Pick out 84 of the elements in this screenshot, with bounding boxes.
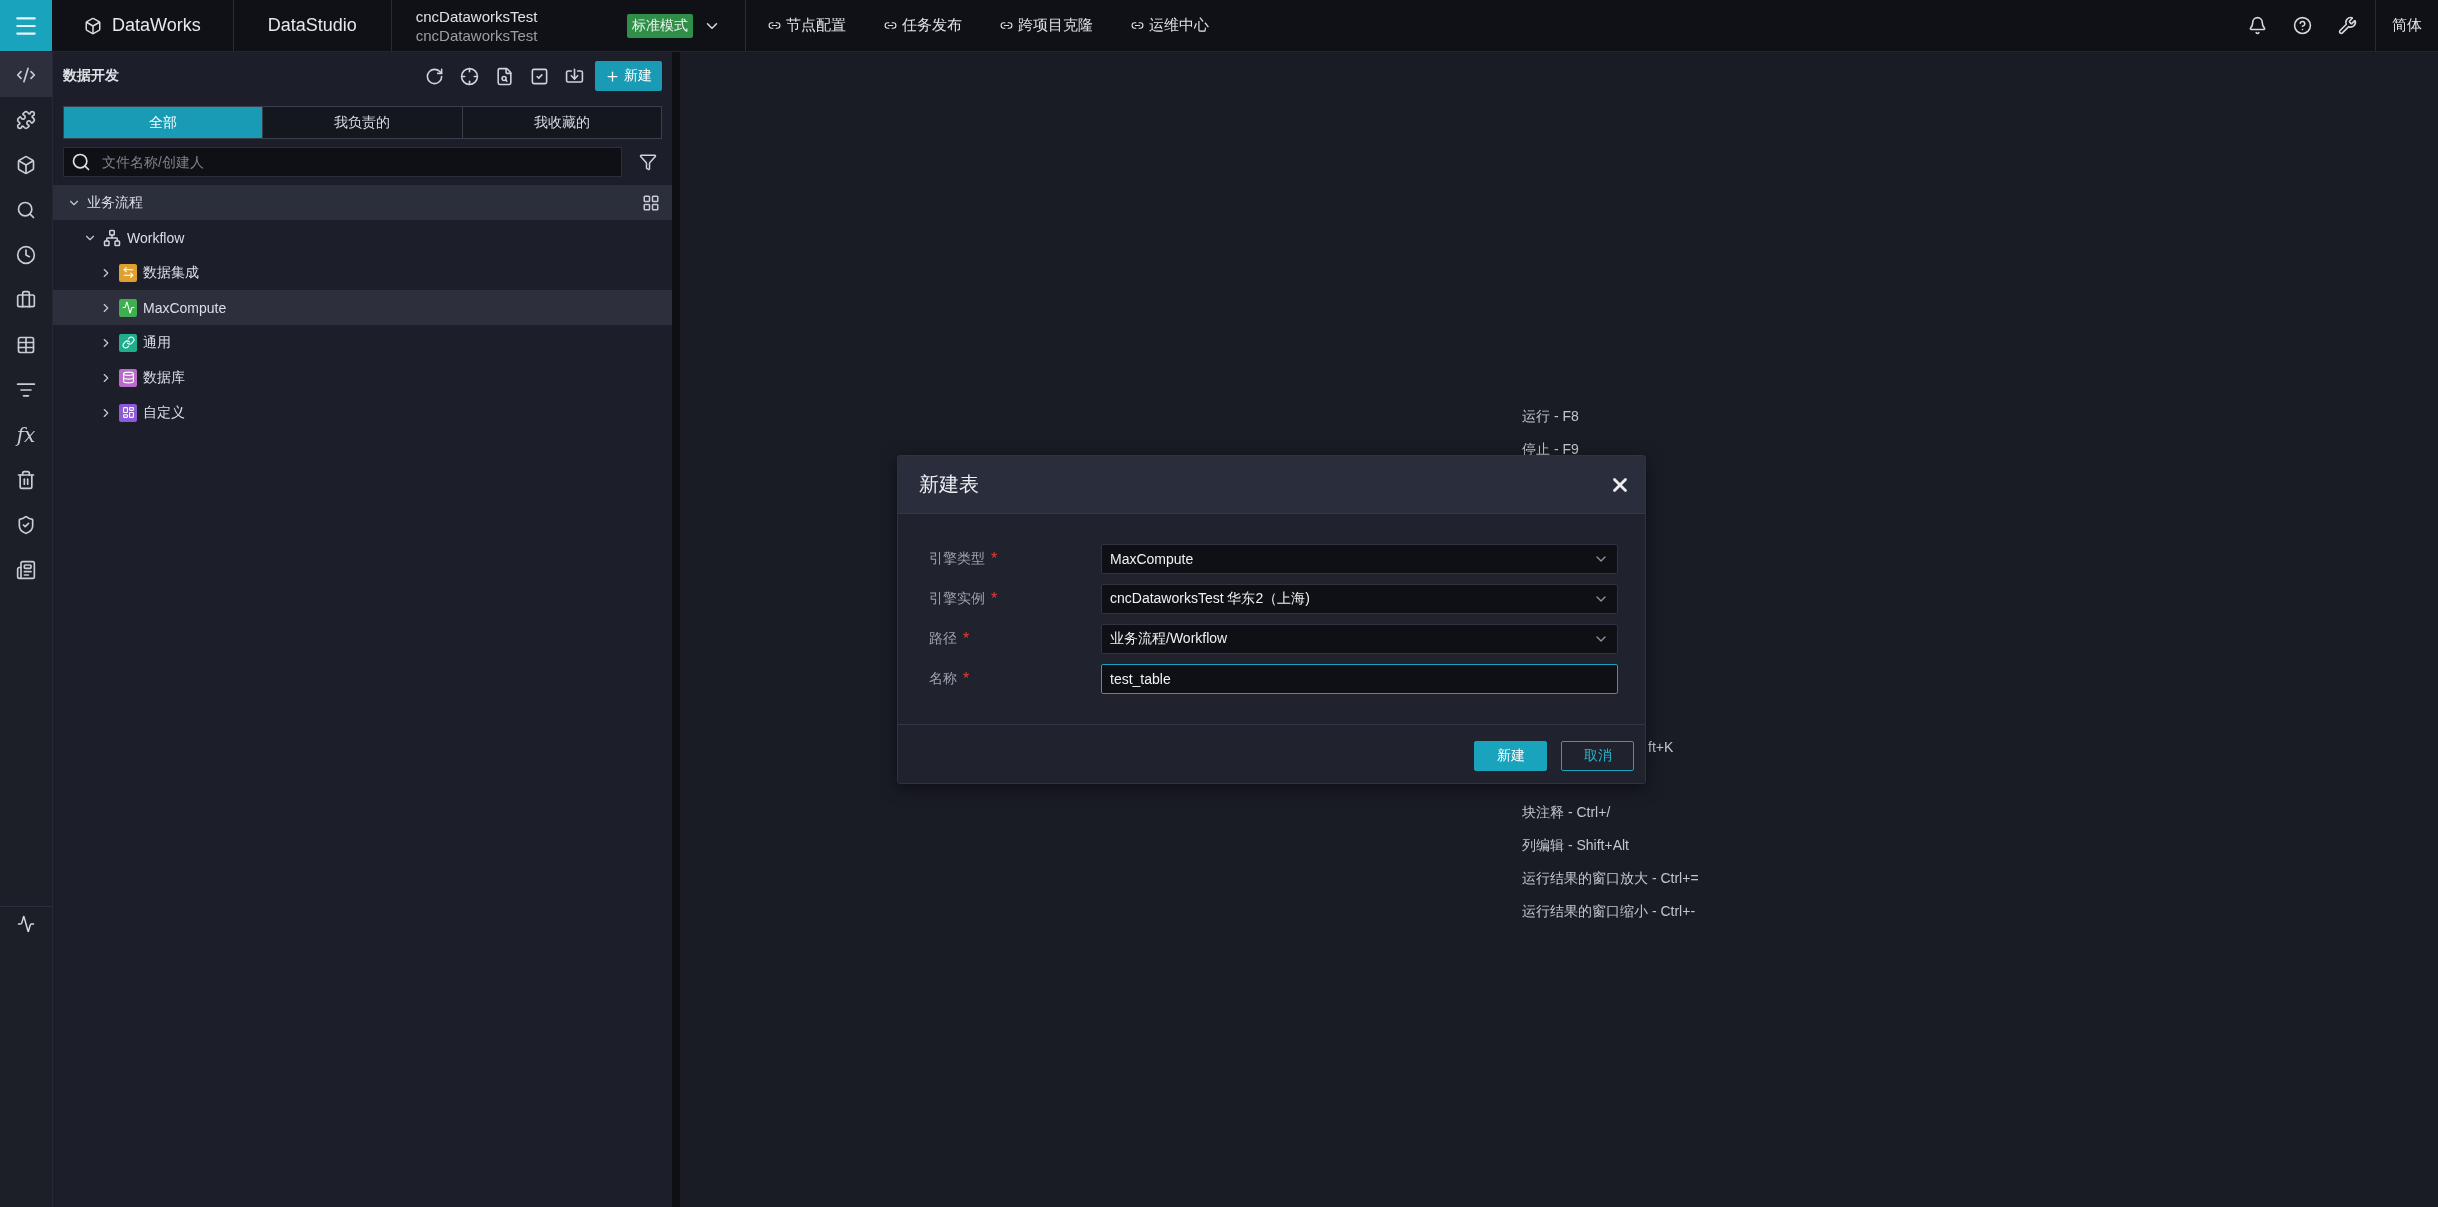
search-field[interactable]: 文件名称/创建人 <box>63 147 622 177</box>
shortcut-hint: 停止 - F9 <box>1522 439 1579 459</box>
tree-label: 业务流程 <box>87 193 144 212</box>
import-icon[interactable] <box>565 66 584 86</box>
checkbox-icon[interactable] <box>530 66 549 86</box>
sidebar-nav-icon[interactable] <box>0 52 52 97</box>
field-label: 名称 <box>929 670 957 688</box>
project-name: cncDataworksTest <box>415 7 538 25</box>
language-link[interactable]: 简体 <box>2392 16 2422 35</box>
tree-group-header[interactable]: 业务流程 <box>53 185 672 220</box>
dialog-title: 新建表 <box>919 472 979 497</box>
nav-icon[interactable] <box>16 154 36 175</box>
tree-label: 数据库 <box>143 368 186 387</box>
tree-item[interactable]: MaxCompute <box>53 290 672 325</box>
zigzag-icon[interactable] <box>17 915 35 933</box>
filter-tab[interactable]: 我收藏的 <box>462 107 661 138</box>
tree-item[interactable]: 通用 <box>53 325 672 360</box>
shortcut-hint: 运行 - F8 <box>1522 406 1579 426</box>
tree-item[interactable]: Workflow <box>53 220 672 255</box>
shortcut-hint: 运行结果的窗口放大 - Ctrl+= <box>1522 868 1699 888</box>
link-icon <box>884 19 898 32</box>
nav-icon[interactable] <box>16 109 36 130</box>
select-field[interactable]: 业务流程/Workflow <box>1101 624 1618 654</box>
nav-icon[interactable] <box>16 289 36 310</box>
shortcut-hint: ft+K <box>1648 737 1674 757</box>
function-button[interactable]: fx <box>0 412 52 457</box>
wrench-icon[interactable] <box>2338 16 2357 35</box>
filter-tab[interactable]: 我负责的 <box>263 107 463 138</box>
tree-label: 自定义 <box>143 403 186 422</box>
link-icon <box>1131 19 1145 32</box>
nav-link-label[interactable]: 运维中心 <box>1149 16 1210 35</box>
nav-link[interactable]: 节点配置 <box>768 16 847 35</box>
nav-icon[interactable] <box>16 244 36 265</box>
file-search-icon[interactable] <box>495 66 514 86</box>
select-field[interactable]: cncDataworksTest 华东2（上海) <box>1101 584 1618 614</box>
nav-icon[interactable] <box>16 334 36 355</box>
mode-badge: 标准模式 <box>627 13 694 38</box>
tree-label: Workflow <box>127 229 186 246</box>
field-label: 引擎类型 <box>929 550 985 568</box>
nav-link-label[interactable]: 任务发布 <box>902 16 963 35</box>
nav-icon[interactable] <box>16 469 36 490</box>
search-icon <box>71 152 91 172</box>
required-mark: * <box>963 670 970 688</box>
nav-link-label[interactable]: 节点配置 <box>786 16 847 35</box>
menu-button[interactable] <box>0 0 52 51</box>
plus-icon <box>605 68 620 84</box>
nav-link-label[interactable]: 跨项目克隆 <box>1018 16 1094 35</box>
product-logo[interactable]: DataWorks <box>112 15 201 36</box>
nav-icon[interactable] <box>16 559 36 580</box>
nav-icon[interactable] <box>16 514 36 535</box>
nav-link[interactable]: 运维中心 <box>1131 16 1210 35</box>
shortcut-hint: 块注释 - Ctrl+/ <box>1522 802 1611 822</box>
panel-title: 数据开发 <box>63 67 120 85</box>
crosshair-icon[interactable] <box>460 66 479 86</box>
tree-label: MaxCompute <box>143 299 228 316</box>
nav-icon[interactable] <box>16 199 36 220</box>
link-icon <box>768 19 782 32</box>
tree-item[interactable]: 自定义 <box>53 395 672 430</box>
project-subtitle: cncDataworksTest <box>415 26 538 44</box>
field-label: 引擎实例 <box>929 590 985 608</box>
select-field[interactable]: MaxCompute <box>1101 544 1618 574</box>
workflow-icon <box>103 228 121 247</box>
shortcut-hint: 运行结果的窗口缩小 - Ctrl+- <box>1522 901 1696 921</box>
required-mark: * <box>963 630 970 648</box>
refresh-icon[interactable] <box>425 66 444 86</box>
tree-label: 数据集成 <box>143 263 200 282</box>
tree-item[interactable]: 数据集成 <box>53 255 672 290</box>
filter-icon[interactable] <box>639 153 657 171</box>
cancel-button[interactable]: 取消 <box>1561 741 1634 771</box>
logo-icon <box>84 16 102 35</box>
link-icon <box>1000 19 1014 32</box>
grid-icon[interactable] <box>642 193 660 212</box>
nav-link[interactable]: 跨项目克隆 <box>1000 16 1094 35</box>
shortcut-hint: 列编辑 - Shift+Alt <box>1522 835 1629 855</box>
required-mark: * <box>991 550 998 568</box>
required-mark: * <box>991 590 998 608</box>
notification-icon[interactable] <box>2248 16 2267 35</box>
input-field[interactable]: test_table <box>1101 664 1618 694</box>
tree-label: 通用 <box>143 333 172 352</box>
nav-link[interactable]: 任务发布 <box>884 16 963 35</box>
tree-item[interactable]: 数据库 <box>53 360 672 395</box>
help-icon[interactable] <box>2293 16 2312 35</box>
app-name[interactable]: DataStudio <box>253 15 371 36</box>
field-label: 路径 <box>929 630 957 648</box>
